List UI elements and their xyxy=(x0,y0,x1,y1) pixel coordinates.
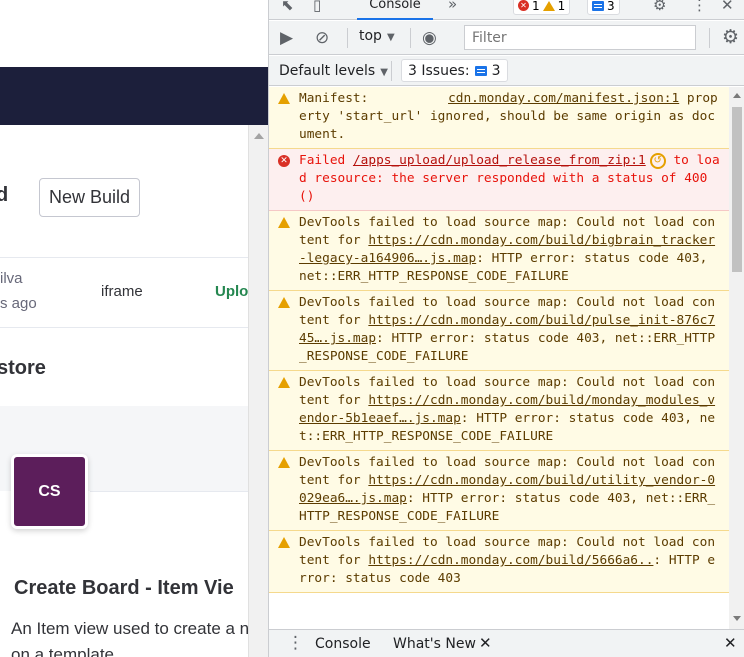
scrollbar-thumb[interactable] xyxy=(732,107,742,272)
console-message: DevTools failed to load source map: Coul… xyxy=(269,451,729,531)
new-build-button[interactable]: New Build xyxy=(39,178,140,217)
log-levels-label: Default levels xyxy=(279,63,376,79)
message-text: Failed xyxy=(299,153,346,168)
app-header-bar xyxy=(0,67,268,125)
levels-bar: Default levels ▼ 3 Issues: 3 xyxy=(269,56,744,86)
issues-count: 3 xyxy=(607,0,615,13)
inspect-element-icon[interactable]: ⬉ xyxy=(281,0,294,14)
devtools-panel: ⬉ ▯ Console » ✕ 1 1 3 ⚙ ⋮ ✕ ▶ ⊘ top ▼ ◉ ⚙ xyxy=(268,0,744,657)
error-count: 1 xyxy=(532,0,540,13)
warning-icon xyxy=(542,0,555,11)
warning-count: 1 xyxy=(557,0,566,13)
drawer-tab-whats-new[interactable]: What's New xyxy=(393,636,476,652)
app-pane: d New Build ilva s ago iframe Uplo store… xyxy=(0,0,268,657)
warning-icon xyxy=(278,297,290,308)
message-source-link[interactable]: https://cdn.monday.com/build/5666a6.. xyxy=(368,553,653,568)
drawer-menu-icon[interactable]: ⋮ xyxy=(287,633,304,653)
issues-icon xyxy=(474,65,487,76)
device-toolbar-icon[interactable]: ▯ xyxy=(313,0,321,14)
chevron-down-icon: ▼ xyxy=(380,67,388,78)
message-source-link[interactable]: cdn.monday.com/manifest.json:1 xyxy=(448,91,679,106)
card-title[interactable]: Create Board - Item Vie xyxy=(14,577,234,600)
build-author: ilva xyxy=(0,270,23,287)
replay-xhr-icon[interactable]: ↺ xyxy=(649,152,666,169)
divider xyxy=(709,28,710,48)
warning-icon xyxy=(278,377,290,388)
warning-icon xyxy=(278,537,290,548)
clear-console-icon[interactable]: ⊘ xyxy=(315,28,329,48)
page-title: d xyxy=(0,184,9,206)
scroll-down-icon[interactable] xyxy=(733,616,741,621)
message-source-link[interactable]: /apps_upload/upload_release_from_zip:1 xyxy=(353,153,646,168)
devtools-tabbar: ⬉ ▯ Console » ✕ 1 1 3 ⚙ ⋮ ✕ xyxy=(269,0,744,20)
app-scrollbar[interactable] xyxy=(248,125,268,657)
issues-button[interactable]: 3 Issues: 3 xyxy=(401,59,508,82)
console-message: Manifest: cdn.monday.com/manifest.json:1… xyxy=(269,87,729,149)
settings-gear-icon[interactable]: ⚙ xyxy=(653,0,666,14)
issues-label: 3 Issues: xyxy=(408,62,470,79)
warning-icon xyxy=(278,93,290,104)
console-scrollbar[interactable] xyxy=(729,87,744,629)
error-icon: ✕ xyxy=(518,0,529,11)
log-levels-dropdown[interactable]: Default levels ▼ xyxy=(279,63,388,79)
tab-console[interactable]: Console xyxy=(357,0,433,20)
console-message: DevTools failed to load source map: Coul… xyxy=(269,211,729,291)
more-tabs-icon[interactable]: » xyxy=(448,0,457,13)
console-settings-gear-icon[interactable]: ⚙ xyxy=(722,26,739,48)
divider xyxy=(410,28,411,48)
console-message: DevTools failed to load source map: Coul… xyxy=(269,531,729,593)
console-message: DevTools failed to load source map: Coul… xyxy=(269,291,729,371)
build-time: s ago xyxy=(0,295,37,312)
sidebar-toggle-icon[interactable]: ▶ xyxy=(280,28,293,48)
close-tab-icon[interactable]: ✕ xyxy=(479,634,492,652)
message-text: Manifest: xyxy=(299,91,369,106)
drawer-tab-console[interactable]: Console xyxy=(315,636,371,652)
close-devtools-icon[interactable]: ✕ xyxy=(721,0,734,14)
divider xyxy=(391,61,392,81)
error-icon: ✕ xyxy=(278,155,290,167)
issues-badge[interactable]: 3 xyxy=(587,0,620,15)
app-avatar: CS xyxy=(11,454,88,529)
live-expression-eye-icon[interactable]: ◉ xyxy=(422,28,437,48)
warning-icon xyxy=(278,457,290,468)
scroll-up-icon[interactable] xyxy=(254,133,264,139)
divider xyxy=(0,257,248,258)
console-message: ✕ Failed /apps_upload/upload_release_fro… xyxy=(269,149,729,211)
section-title: store xyxy=(0,357,46,379)
console-message: DevTools failed to load source map: Coul… xyxy=(269,371,729,451)
filter-input[interactable] xyxy=(464,25,696,50)
context-selector[interactable]: top ▼ xyxy=(359,28,395,44)
issues-icon xyxy=(592,0,604,11)
chevron-down-icon: ▼ xyxy=(386,32,395,43)
devtools-drawer: ⋮ Console What's New ✕ ✕ xyxy=(269,629,744,657)
build-type: iframe xyxy=(101,283,143,300)
build-status: Uplo xyxy=(215,283,249,300)
issues-count: 3 xyxy=(491,62,501,79)
card-description: An Item view used to create a n based on… xyxy=(11,619,268,657)
console-log: Manifest: cdn.monday.com/manifest.json:1… xyxy=(269,87,729,629)
warning-icon xyxy=(278,217,290,228)
scroll-up-icon[interactable] xyxy=(733,93,741,98)
close-drawer-icon[interactable]: ✕ xyxy=(724,634,737,652)
more-options-icon[interactable]: ⋮ xyxy=(692,0,707,14)
context-label: top xyxy=(359,28,382,44)
divider xyxy=(347,28,348,48)
console-toolbar: ▶ ⊘ top ▼ ◉ ⚙ xyxy=(269,21,744,55)
divider xyxy=(0,327,248,328)
divider xyxy=(90,491,248,492)
errors-warnings-badge[interactable]: ✕ 1 1 xyxy=(513,0,571,15)
